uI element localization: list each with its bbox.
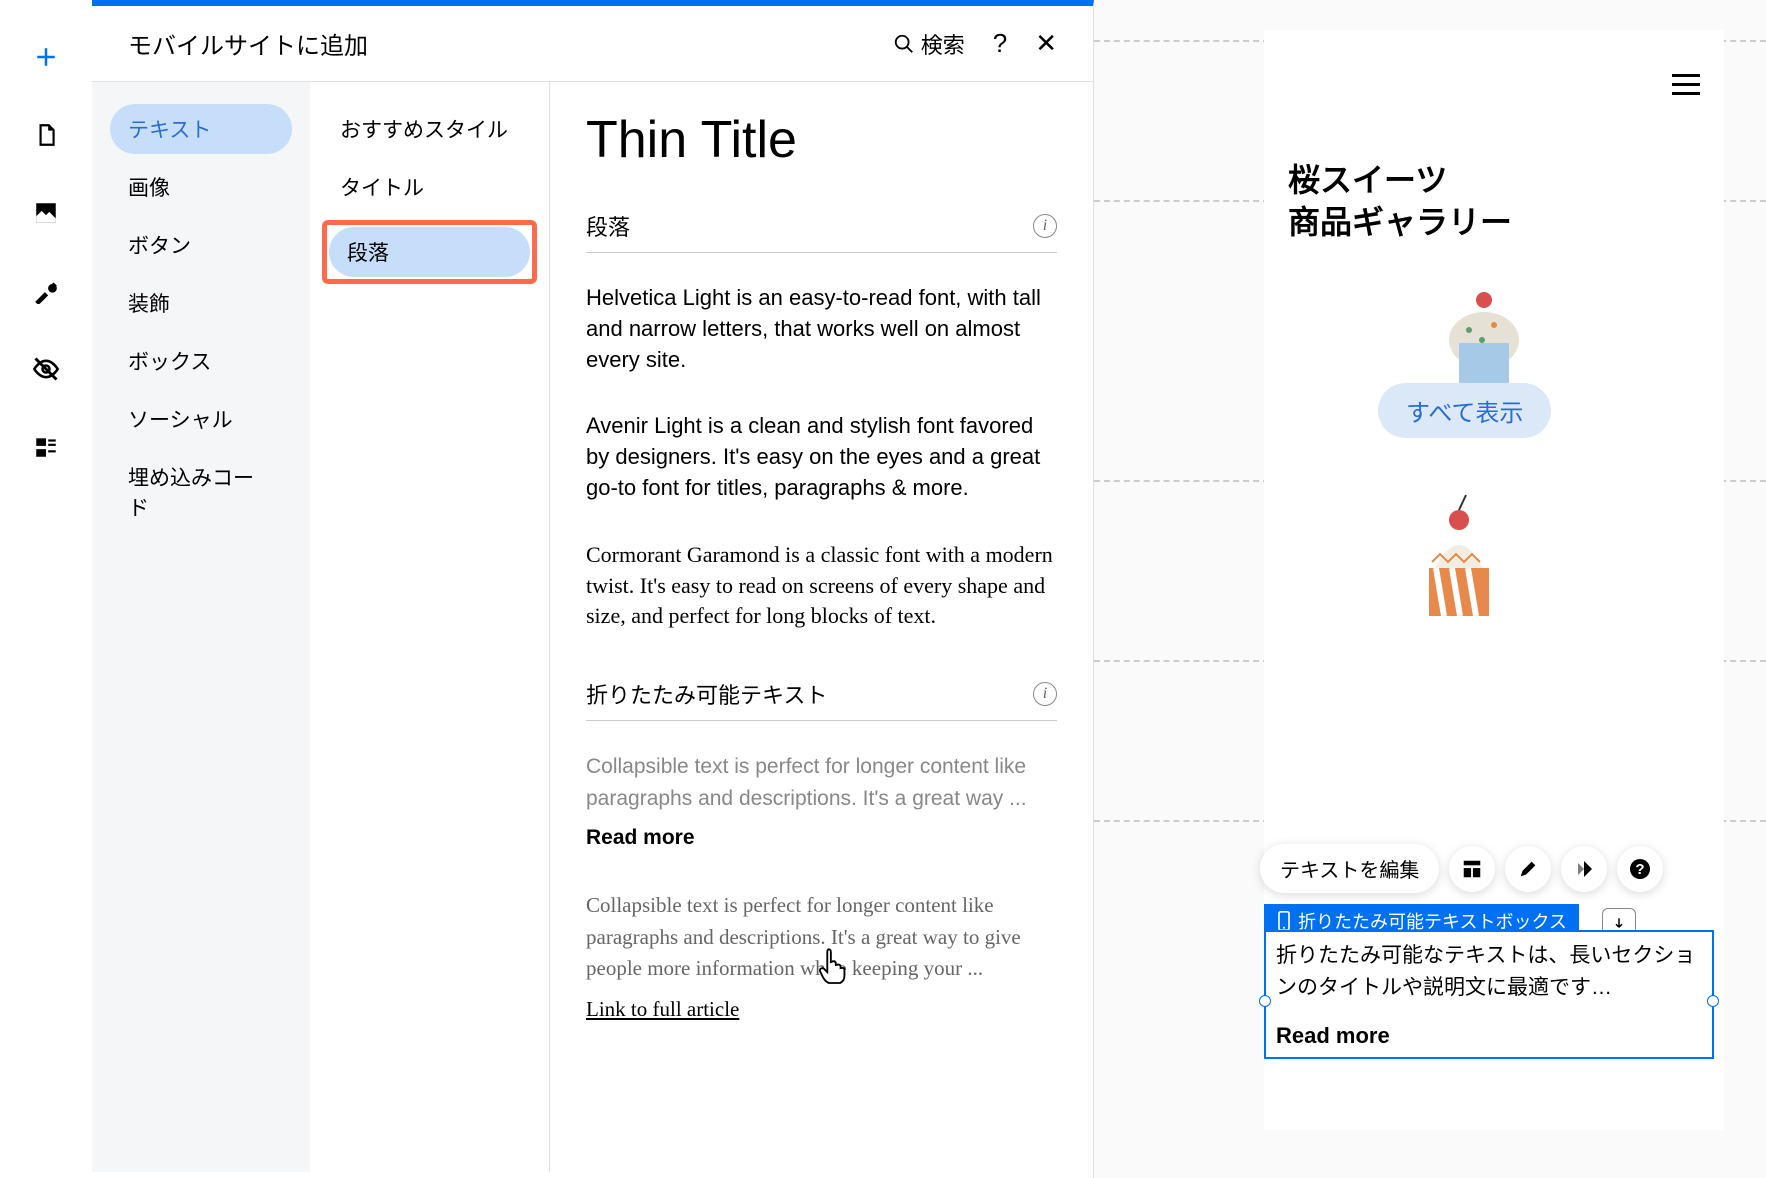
selected-collapsible-textbox[interactable]: 折りたたみ可能なテキストは、長いセクションのタイトルや説明文に最適です… Rea… — [1264, 930, 1714, 1059]
add-icon[interactable] — [29, 40, 63, 74]
read-more-link[interactable]: Read more — [586, 826, 1057, 850]
edit-text-button[interactable]: テキストを編集 — [1260, 844, 1439, 893]
search-label: 検索 — [921, 28, 965, 60]
layout-icon[interactable] — [1449, 846, 1495, 892]
collapsible-sample-1[interactable]: Collapsible text is perfect for longer c… — [586, 751, 1057, 814]
link-to-full-article[interactable]: Link to full article — [586, 997, 1057, 1022]
panel-title: モバイルサイトに追加 — [128, 26, 368, 61]
category-social[interactable]: ソーシャル — [110, 394, 292, 444]
subcategory-paragraph[interactable]: 段落 — [329, 227, 530, 277]
mobile-page-title[interactable]: 桜スイーツ 商品ギャラリー — [1288, 160, 1700, 243]
subcategory-title[interactable]: タイトル — [322, 162, 537, 212]
floating-toolbar: テキストを編集 ? — [1260, 844, 1663, 893]
cupcake-graphic-2[interactable] — [1394, 490, 1524, 640]
panel-body: テキスト 画像 ボタン 装飾 ボックス ソーシャル 埋め込みコード おすすめスタ… — [92, 82, 1093, 1172]
category-image[interactable]: 画像 — [110, 162, 292, 212]
mobile-icon — [1276, 911, 1292, 931]
layers-icon[interactable] — [29, 430, 63, 464]
garamond-sample[interactable]: Cormorant Garamond is a classic font wit… — [586, 540, 1057, 632]
collapsible-sample-2[interactable]: Collapsible text is perfect for longer c… — [586, 890, 1057, 985]
close-icon[interactable]: ✕ — [1035, 28, 1057, 59]
page-icon[interactable] — [29, 118, 63, 152]
cupcake-graphic-1[interactable] — [1434, 285, 1534, 395]
info-icon[interactable]: i — [1033, 214, 1057, 238]
panel-header: モバイルサイトに追加 検索 ? ✕ — [92, 6, 1093, 82]
image-section-icon[interactable] — [29, 196, 63, 230]
avenir-sample[interactable]: Avenir Light is a clean and stylish font… — [586, 411, 1057, 503]
mobile-title-line1: 桜スイーツ — [1288, 162, 1447, 198]
tutorial-highlight: 段落 — [322, 220, 537, 284]
category-embed[interactable]: 埋め込みコード — [110, 452, 292, 532]
category-column: テキスト 画像 ボタン 装飾 ボックス ソーシャル 埋め込みコード — [92, 82, 310, 1172]
hamburger-icon[interactable] — [1672, 74, 1700, 95]
help-round-icon[interactable]: ? — [1617, 846, 1663, 892]
section-header-label: 段落 — [586, 210, 630, 242]
hide-icon[interactable] — [29, 352, 63, 386]
add-panel: モバイルサイトに追加 検索 ? ✕ テキスト 画像 ボタン 装飾 ボックス ソー… — [92, 0, 1094, 1178]
category-box[interactable]: ボックス — [110, 336, 292, 386]
panel-header-actions: 検索 ? ✕ — [893, 28, 1057, 60]
help-icon[interactable]: ? — [993, 28, 1007, 59]
search-button[interactable]: 検索 — [893, 28, 965, 60]
paragraph-section-header: 段落 i — [586, 200, 1057, 253]
info-icon[interactable]: i — [1033, 682, 1057, 706]
subcategory-recommended[interactable]: おすすめスタイル — [322, 104, 537, 154]
section-header-label: 折りたたみ可能テキスト — [586, 678, 827, 710]
search-icon — [893, 33, 915, 55]
category-text[interactable]: テキスト — [110, 104, 292, 154]
design-icon[interactable] — [1505, 846, 1551, 892]
subcategory-column: おすすめスタイル タイトル 段落 — [310, 82, 550, 1172]
svg-text:?: ? — [1636, 861, 1645, 878]
thin-title-sample[interactable]: Thin Title — [586, 110, 1057, 170]
preview-column: Thin Title 段落 i Helvetica Light is an ea… — [550, 82, 1093, 1172]
left-rail — [0, 0, 92, 1178]
wrench-icon[interactable] — [29, 274, 63, 308]
selected-text-content[interactable]: 折りたたみ可能なテキストは、長いセクションのタイトルや説明文に最適です… — [1276, 940, 1702, 1003]
helvetica-sample[interactable]: Helvetica Light is an easy-to-read font,… — [586, 283, 1057, 375]
category-button[interactable]: ボタン — [110, 220, 292, 270]
selected-read-more[interactable]: Read more — [1276, 1023, 1702, 1049]
collapsible-section-header: 折りたたみ可能テキスト i — [586, 668, 1057, 721]
category-decoration[interactable]: 装飾 — [110, 278, 292, 328]
animation-icon[interactable] — [1561, 846, 1607, 892]
mobile-title-line2: 商品ギャラリー — [1288, 204, 1512, 240]
